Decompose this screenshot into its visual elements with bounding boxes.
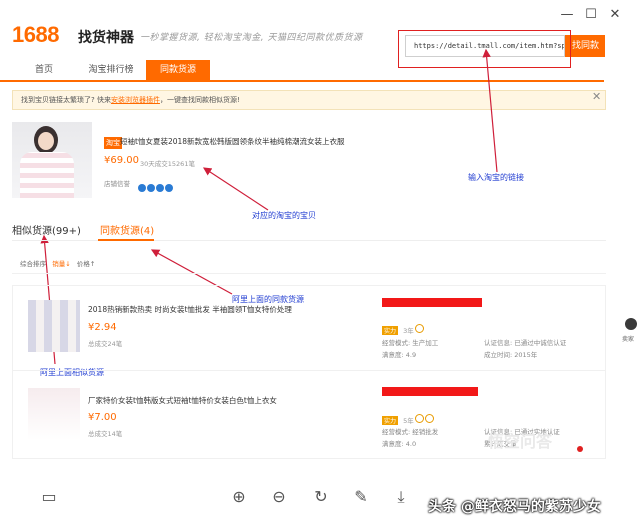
- sort-bar: 综合排序 销量↓ 价格↑: [12, 254, 606, 274]
- avatar-label: 卖家: [622, 336, 635, 343]
- zoom-in-icon[interactable]: ⊕: [228, 487, 250, 506]
- tab-same-sources[interactable]: 同款货源(4): [100, 222, 154, 237]
- item-title[interactable]: 厂家特价女装t恤韩版女式短袖t恤特价女装白色t恤上衣女: [88, 395, 277, 406]
- supplier-badge: 实力: [382, 416, 399, 425]
- arrow-to-product: [202, 167, 269, 211]
- download-icon[interactable]: ⤓: [390, 487, 412, 507]
- badge-ring-icon: [414, 324, 424, 333]
- zoom-out-icon[interactable]: ⊖: [268, 487, 290, 506]
- supplier-badge: 实力: [382, 326, 399, 335]
- item-image[interactable]: [28, 300, 80, 352]
- annotation-url: 输入淘宝的链接: [468, 173, 524, 182]
- supplier-rating: 满意度: 4.9: [382, 351, 417, 359]
- red-dot: [577, 446, 583, 452]
- section-tab-underline: [98, 239, 154, 241]
- item-sold: 总成交14笔: [88, 430, 123, 438]
- redacted-supplier-name: [382, 298, 482, 307]
- tab-similar-sources[interactable]: 相似货源(99+): [12, 222, 81, 237]
- item-title[interactable]: 2018热销新款热卖 时尚女装t恤批发 半袖圆领T恤女特价处理: [88, 304, 292, 315]
- supplier-auth: 认证信息: 已通过中诚信认证: [484, 339, 567, 347]
- item-price: ¥7.00: [88, 412, 117, 423]
- item-image[interactable]: [28, 388, 80, 440]
- faint-watermark: 悟空问答: [488, 432, 553, 451]
- watermark-text: 头条 @鲜衣怒马的紫苏少女: [428, 499, 601, 515]
- item-divider: [12, 370, 606, 371]
- redacted-supplier-name: [382, 387, 478, 396]
- supplier-model: 经营模式: 生产加工: [382, 339, 439, 347]
- sort-sales[interactable]: 销量↓: [52, 260, 70, 268]
- supplier-model: 经营模式: 经销批发: [382, 428, 439, 436]
- badge-ring-icon: [424, 414, 434, 423]
- edit-icon[interactable]: ✎: [350, 487, 372, 506]
- supplier-years: 5年: [403, 417, 414, 425]
- layout-icon[interactable]: ▭: [38, 487, 60, 506]
- badge-ring-icon: [414, 414, 424, 423]
- avatar-head: [625, 318, 637, 330]
- supplier-years: 3年: [403, 327, 414, 335]
- item-price: ¥2.94: [88, 322, 117, 333]
- supplier-established: 成立时间: 2015年: [484, 351, 538, 359]
- arrow-to-url: [482, 48, 498, 173]
- rotate-icon[interactable]: ↻: [310, 487, 332, 506]
- sort-all[interactable]: 综合排序: [20, 260, 46, 268]
- side-avatar[interactable]: 卖家: [622, 318, 640, 348]
- annotation-product: 对应的淘宝的宝贝: [252, 211, 316, 220]
- item-sold: 总成交24笔: [88, 340, 123, 348]
- supplier-rating: 满意度: 4.0: [382, 440, 417, 448]
- supplier-badges: 实力 3年: [382, 318, 424, 337]
- sort-price[interactable]: 价格↑: [77, 260, 95, 268]
- supplier-badges: 实力 5年: [382, 408, 434, 427]
